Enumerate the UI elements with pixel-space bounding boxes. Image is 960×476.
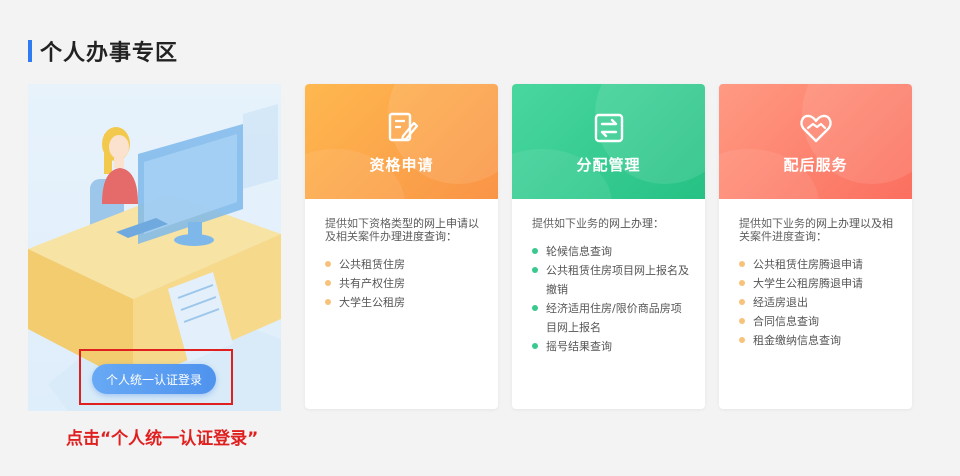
list-item[interactable]: 大学生公租房 xyxy=(325,293,482,312)
list-item[interactable]: 大学生公租房腾退申请 xyxy=(739,274,896,293)
list-item[interactable]: 摇号结果查询 xyxy=(532,337,689,356)
login-highlight-box xyxy=(79,349,233,405)
bullet-dot-icon xyxy=(532,305,538,311)
list-item[interactable]: 合同信息查询 xyxy=(739,312,896,331)
list-item[interactable]: 公共租赁住房腾退申请 xyxy=(739,255,896,274)
card-after-service[interactable]: 配后服务 提供如下业务的网上办理以及相关案件进度查询： 公共租赁住房腾退申请 大… xyxy=(719,84,912,409)
card-allocation-management[interactable]: 分配管理 提供如下业务的网上办理： 轮候信息查询 公共租赁住房项目网上报名及撤销… xyxy=(512,84,705,409)
bullet-dot-icon xyxy=(325,299,331,305)
bullet-dot-icon xyxy=(532,267,538,273)
card-header[interactable]: 资格申请 xyxy=(305,84,498,259)
heart-handshake-icon xyxy=(799,114,832,143)
card-title: 分配管理 xyxy=(576,156,641,174)
bullet-dot-icon xyxy=(739,299,745,305)
list-item[interactable]: 公共租赁住房项目网上报名及撤销 xyxy=(532,261,689,299)
section-title: 个人办事专区 xyxy=(40,41,179,66)
list-item[interactable]: 公共租赁住房 xyxy=(325,255,482,274)
card-header[interactable]: 分配管理 xyxy=(512,84,705,259)
list-item[interactable]: 经济适用住房/限价商品房项目网上报名 xyxy=(532,299,689,337)
list-item[interactable]: 租金缴纳信息查询 xyxy=(739,331,896,350)
card-item-list: 轮候信息查询 公共租赁住房项目网上报名及撤销 经济适用住房/限价商品房项目网上报… xyxy=(532,242,689,356)
list-item[interactable]: 轮候信息查询 xyxy=(532,242,689,261)
bullet-dot-icon xyxy=(532,343,538,349)
card-header[interactable]: 配后服务 xyxy=(719,84,912,259)
bullet-dot-icon xyxy=(739,337,745,343)
exchange-icon xyxy=(594,113,623,143)
form-edit-icon xyxy=(388,112,418,142)
bullet-dot-icon xyxy=(532,248,538,254)
bullet-dot-icon xyxy=(325,280,331,286)
list-item[interactable]: 经适房退出 xyxy=(739,293,896,312)
bullet-dot-icon xyxy=(739,261,745,267)
card-qualification-apply[interactable]: 资格申请 提供如下资格类型的网上申请以及相关案件办理进度查询： 公共租赁住房 共… xyxy=(305,84,498,409)
title-accent-bar xyxy=(28,40,32,62)
section-header: 个人办事专区 xyxy=(28,38,179,66)
card-item-list: 公共租赁住房腾退申请 大学生公租房腾退申请 经适房退出 合同信息查询 租金缴纳信… xyxy=(739,255,896,350)
bullet-dot-icon xyxy=(739,280,745,286)
card-title: 配后服务 xyxy=(783,156,848,174)
bullet-dot-icon xyxy=(739,318,745,324)
card-item-list: 公共租赁住房 共有产权住房 大学生公租房 xyxy=(325,255,482,312)
bullet-dot-icon xyxy=(325,261,331,267)
list-item[interactable]: 共有产权住房 xyxy=(325,274,482,293)
card-title: 资格申请 xyxy=(369,156,434,174)
login-hint-text: 点击“个人统一认证登录” xyxy=(66,429,259,449)
